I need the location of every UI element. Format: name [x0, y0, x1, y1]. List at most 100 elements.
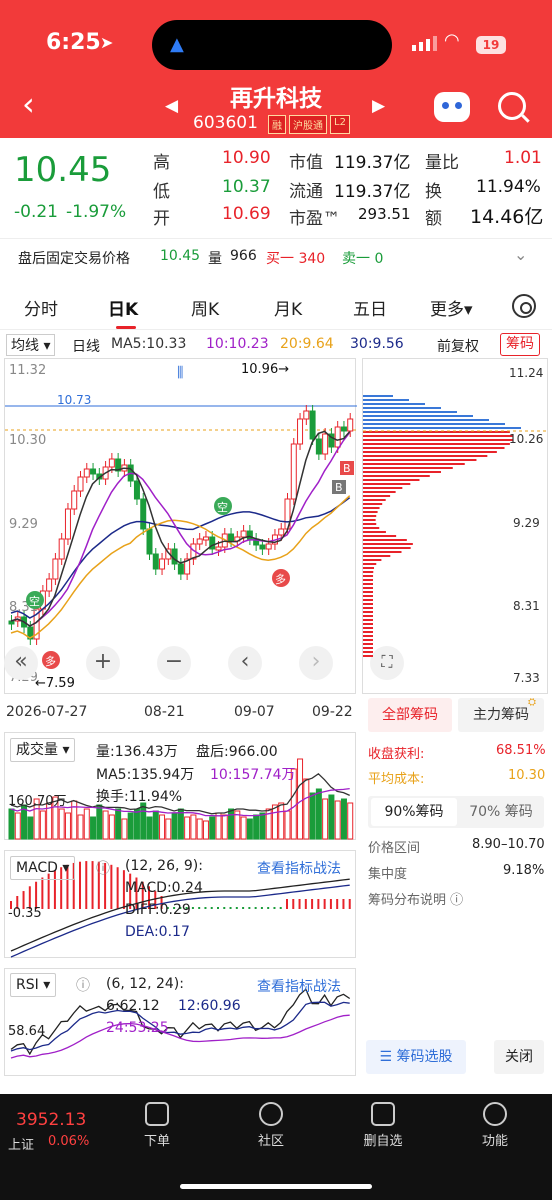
scroll-right-icon[interactable]: › — [299, 646, 333, 680]
price-label-3: 9.29 — [9, 517, 38, 532]
tab-intraday[interactable]: 分时 — [24, 295, 58, 320]
volume-bar — [159, 814, 166, 840]
volume-bar — [146, 816, 153, 840]
chip-bar — [363, 611, 373, 613]
chip-help-link[interactable]: 筹码分布说明 ⓘ — [368, 889, 463, 908]
rsi-help-icon[interactable]: ⓘ — [76, 975, 90, 995]
volume-bar — [115, 808, 122, 840]
cellular-signal-icon — [412, 36, 437, 51]
order-button[interactable]: 下单 — [122, 1102, 192, 1149]
tab-weekly-k[interactable]: 周K — [191, 295, 219, 320]
kline-chart[interactable]: 11.32 10.30 9.29 8.31 7.29 10.73 10.96→ … — [5, 359, 357, 695]
chart-bar-icon[interactable]: ⫼ — [177, 365, 183, 381]
scroll-left-fast-icon[interactable]: « — [4, 646, 38, 680]
navigation-arrow-icon: ▲ — [170, 34, 184, 55]
search-icon[interactable] — [498, 92, 526, 120]
after-hours-sell: 卖一 0 — [342, 251, 384, 267]
rsi-strategy-link[interactable]: 查看指标战法 — [257, 976, 341, 996]
zoom-in-icon[interactable]: + — [86, 646, 120, 680]
indicator-selector-label: 均线 — [11, 338, 39, 354]
chip-close-button[interactable]: 关闭 — [494, 1040, 544, 1074]
tab-five-day[interactable]: 五日 — [353, 295, 387, 320]
wifi-icon: ◠ — [444, 30, 460, 51]
after-hours-row[interactable]: 盘后固定交易价格 10.45 量 966 买一 340 卖一 0 ⌄ — [0, 238, 552, 274]
chevron-down-icon[interactable]: ⌄ — [514, 245, 527, 264]
volume-bar — [278, 802, 285, 840]
volume-selector[interactable]: 成交量 ▾ — [10, 738, 76, 762]
chip-bar — [363, 655, 373, 657]
adjust-mode[interactable]: 前复权 — [437, 336, 479, 356]
macd-selector-label: MACD — [16, 860, 58, 876]
chip-bar — [363, 459, 477, 461]
diff-value: DIFF:0.29 — [125, 902, 191, 918]
volume-bar — [171, 812, 178, 840]
svg-text:B: B — [335, 481, 343, 494]
index-value[interactable]: 3952.13 — [16, 1110, 86, 1130]
functions-button[interactable]: 功能 — [460, 1102, 530, 1149]
candle-body — [322, 433, 329, 455]
avg-cost-label: 平均成本: — [368, 772, 425, 787]
turnover-label: 换 — [425, 182, 442, 202]
macd-selector[interactable]: MACD ▾ — [10, 856, 76, 880]
chip-stock-picker-button[interactable]: ☰ 筹码选股 — [366, 1040, 466, 1074]
tab-monthly-k[interactable]: 月K — [274, 295, 302, 320]
indicator-selector[interactable]: 均线 ▾ — [6, 334, 56, 356]
next-stock-icon[interactable]: ▶ — [372, 96, 385, 116]
chip-bar — [363, 535, 397, 537]
tab-daily-k[interactable]: 日K — [108, 295, 138, 320]
concentration-label: 集中度 — [368, 867, 408, 882]
float-value: 119.37亿 — [334, 182, 411, 202]
ma30-value: 30:9.56 — [350, 336, 404, 352]
chip-bar — [363, 635, 373, 637]
robot-assistant-icon[interactable] — [434, 92, 470, 122]
macd-help-icon[interactable]: ⓘ — [96, 858, 110, 878]
macd-strategy-link[interactable]: 查看指标战法 — [257, 858, 341, 878]
candle-body — [71, 490, 78, 510]
chip-tab-all[interactable]: 全部筹码 — [368, 698, 452, 732]
community-icon — [259, 1102, 283, 1126]
scroll-left-icon[interactable]: ‹ — [228, 646, 262, 680]
rsi-params: (6, 12, 24): — [106, 976, 184, 992]
volume-bar — [58, 808, 65, 840]
chip-bar — [363, 543, 413, 545]
chip-bar — [363, 407, 441, 409]
candle-body — [347, 418, 354, 432]
zoom-out-icon[interactable]: − — [157, 646, 191, 680]
kline-chart-frame[interactable]: 11.32 10.30 9.29 8.31 7.29 10.73 10.96→ … — [4, 358, 357, 695]
chip-bar — [363, 411, 457, 413]
chip-tab-90[interactable]: 90%筹码 — [371, 798, 457, 826]
volume-bar — [102, 810, 109, 840]
ma10-line — [10, 432, 351, 627]
price-label-2: 10.30 — [9, 433, 46, 448]
tab-more[interactable]: 更多▾ — [430, 295, 473, 320]
pe-label: 市盈™ — [289, 209, 340, 229]
volume-bar — [340, 798, 347, 840]
volume-bar — [297, 758, 304, 840]
settings-gear-icon[interactable] — [512, 294, 536, 318]
low-value: 10.37 — [222, 177, 271, 197]
volume-bar — [108, 814, 115, 840]
after-hours-vol: 966 — [230, 248, 257, 264]
volume-bar — [77, 814, 84, 840]
macd-value: MACD:0.24 — [125, 880, 203, 896]
index-name: 上证 — [8, 1138, 35, 1153]
rsi-selector-label: RSI — [16, 977, 39, 993]
chip-bar — [363, 491, 396, 493]
chip-axis-4: 8.31 — [513, 599, 540, 613]
candle-body — [140, 498, 147, 530]
candle-body — [340, 426, 347, 432]
candle-body — [202, 536, 209, 541]
chip-tab-70[interactable]: 70% 筹码 — [460, 798, 542, 826]
remove-watchlist-button[interactable]: 删自选 — [348, 1102, 418, 1149]
volume-bar — [303, 778, 310, 840]
candle-body — [309, 410, 316, 440]
chip-axis-3: 9.29 — [513, 516, 540, 530]
community-button[interactable]: 社区 — [236, 1102, 306, 1149]
tag-connect: 沪股通 — [289, 115, 327, 134]
chip-toggle-button[interactable]: 筹码 — [500, 333, 540, 356]
volume-bar — [309, 792, 316, 840]
rsi-selector[interactable]: RSI ▾ — [10, 973, 57, 997]
svg-text:B: B — [343, 462, 351, 475]
price-label-top: 11.32 — [9, 363, 46, 378]
chip-bar — [363, 447, 505, 449]
